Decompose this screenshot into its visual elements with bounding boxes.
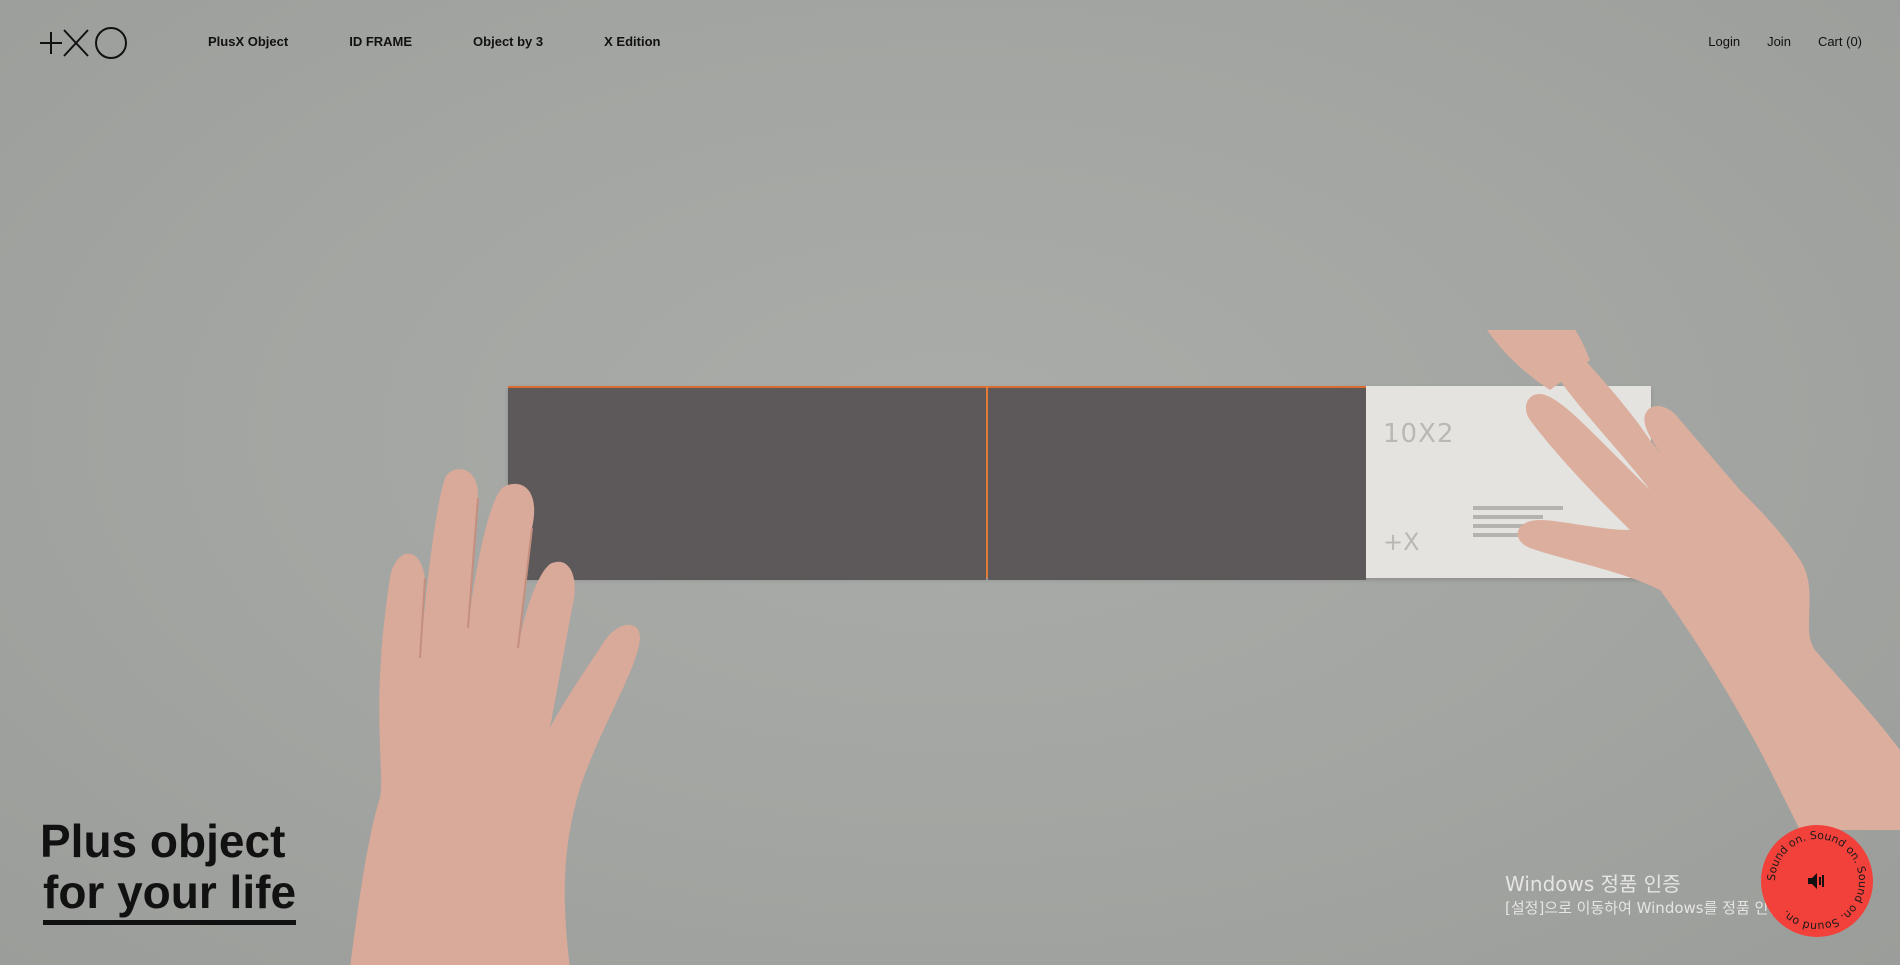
nav-item-object-by-3[interactable]: Object by 3 (473, 34, 543, 50)
hero-title-line2[interactable]: for your life (43, 867, 297, 925)
nav-item-id-frame[interactable]: ID FRAME (349, 34, 412, 50)
brand-logo[interactable] (40, 26, 130, 60)
speaker-icon (1808, 873, 1824, 889)
main-nav: PlusX Object ID FRAME Object by 3 X Edit… (208, 34, 660, 50)
right-hand-image (1486, 330, 1900, 830)
site-header: PlusX Object ID FRAME Object by 3 X Edit… (0, 0, 1900, 86)
nav-item-x-edition[interactable]: X Edition (604, 34, 660, 50)
utility-nav: Login Join Cart (0) (1708, 34, 1862, 50)
sound-toggle-button[interactable]: Sound on. Sound on. Sound on. Sound on. (1761, 825, 1873, 937)
hero-headline: Plus object for your life (40, 815, 297, 925)
left-hand-image (350, 469, 640, 965)
card-cover-mark: +X (1383, 528, 1420, 556)
card-panel-middle (988, 386, 1366, 580)
login-link[interactable]: Login (1708, 34, 1740, 50)
join-link[interactable]: Join (1767, 34, 1791, 50)
cart-link[interactable]: Cart (0) (1818, 34, 1862, 50)
hero-title-line1: Plus object (40, 815, 286, 867)
nav-item-plusx-object[interactable]: PlusX Object (208, 34, 288, 50)
